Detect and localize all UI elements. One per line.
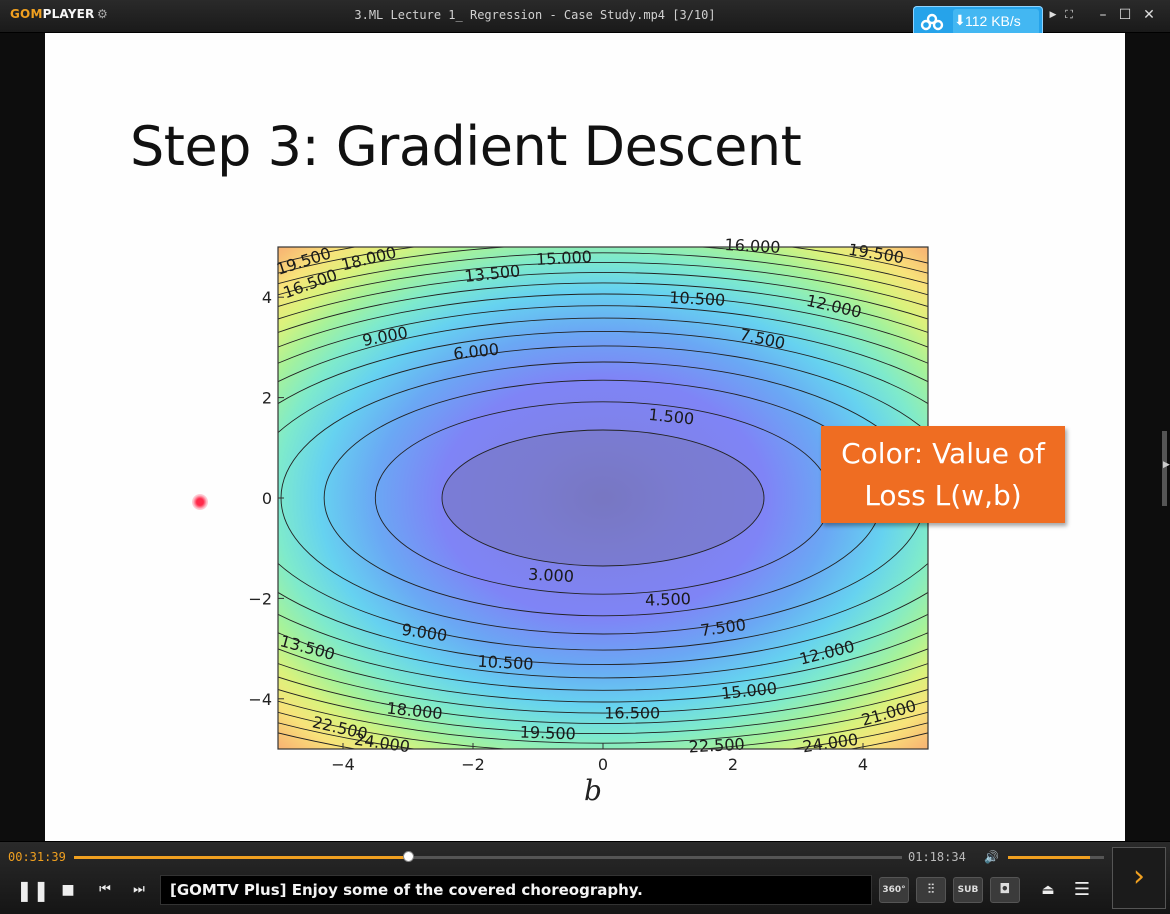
volume-slider[interactable] (1008, 856, 1104, 859)
contour-label: 22.500 (688, 735, 745, 757)
next-button[interactable]: ⏭ (128, 876, 150, 904)
y-tick-label: 0 (262, 489, 272, 508)
video-area[interactable]: Step 3: Gradient Descent 19.500 18.000 1… (0, 33, 1170, 841)
total-time: 01:18:34 (908, 850, 966, 864)
laser-pointer (192, 494, 208, 510)
close-button[interactable]: ✕ (1140, 6, 1158, 24)
x-axis-label: b (584, 774, 602, 807)
slide: Step 3: Gradient Descent 19.500 18.000 1… (45, 33, 1125, 841)
contour-label: 16.500 (604, 703, 660, 722)
volume-icon[interactable]: 🔊 (984, 850, 1002, 864)
callout-line-1: Color: Value of (841, 437, 1045, 470)
eject-icon[interactable]: ⏏ (1037, 876, 1059, 904)
next-panel-chevron-icon[interactable]: › (1112, 847, 1166, 909)
loss-contour-chart: 19.500 18.00016.50015.00013.50016.000 19.5… (248, 238, 929, 807)
side-arrow-icon[interactable]: ▶ (1163, 460, 1170, 470)
contour-label: 15.000 (535, 247, 592, 269)
contour-label: 10.500 (477, 652, 534, 674)
subtitle-button[interactable]: SUB (953, 877, 983, 903)
slide-title: Step 3: Gradient Descent (130, 115, 802, 178)
contour-label: 3.000 (528, 565, 575, 586)
network-speed: 112 KB/s (965, 13, 1021, 29)
seek-bar[interactable] (74, 851, 902, 862)
x-tick-label: 0 (598, 755, 608, 774)
menu-icon[interactable]: ☰ (1071, 876, 1093, 904)
screenshot-camera-icon[interactable]: ◘ (990, 877, 1020, 903)
contour-label: 19.500 (519, 722, 576, 743)
stop-button[interactable]: ■ (58, 876, 78, 904)
x-tick-label: −2 (461, 755, 485, 774)
y-tick-label: 4 (262, 288, 272, 307)
window-title: 3.ML Lecture 1_ Regression - Case Study.… (354, 8, 716, 22)
minimize-button[interactable]: – (1094, 6, 1112, 24)
callout-line-2: Loss L(w,b) (864, 479, 1022, 512)
contour-label: 10.500 (669, 288, 726, 310)
loss-color-callout: Color: Value of Loss L(w,b) (821, 426, 1065, 523)
seek-progress (74, 856, 408, 859)
pause-button[interactable]: ❚❚ (16, 876, 50, 904)
control-bar: 00:31:39 01:18:34 🔊 ❚❚ ■ ⏮ ⏭ [GOMTV Plus… (0, 841, 1170, 914)
equalizer-icon[interactable]: ⫶⫶ (916, 877, 946, 903)
x-tick-label: −4 (331, 755, 355, 774)
news-ticker[interactable]: [GOMTV Plus] Enjoy some of the covered c… (160, 875, 872, 905)
seek-knob[interactable] (402, 851, 414, 862)
x-tick-label: 4 (858, 755, 868, 774)
contour-line (441, 429, 765, 567)
previous-button[interactable]: ⏮ (94, 876, 116, 904)
download-arrow-icon: ⬇ (954, 13, 966, 29)
maximize-button[interactable]: ☐ (1116, 6, 1134, 24)
y-tick-label: 2 (262, 389, 272, 408)
fullscreen-icon[interactable]: ⛶ (1060, 6, 1078, 24)
x-tick-label: 2 (728, 755, 738, 774)
contour-label: 4.500 (645, 589, 691, 610)
vr-360-button[interactable]: 360° (879, 877, 909, 903)
y-tick-label: −2 (248, 589, 272, 608)
current-time: 00:31:39 (8, 850, 66, 864)
title-bar: GOMPLAYER ⚙ 3.ML Lecture 1_ Regression -… (0, 0, 1170, 38)
y-tick-label: −4 (248, 690, 272, 709)
cloud-icon (920, 13, 944, 31)
volume-level (1008, 856, 1090, 859)
